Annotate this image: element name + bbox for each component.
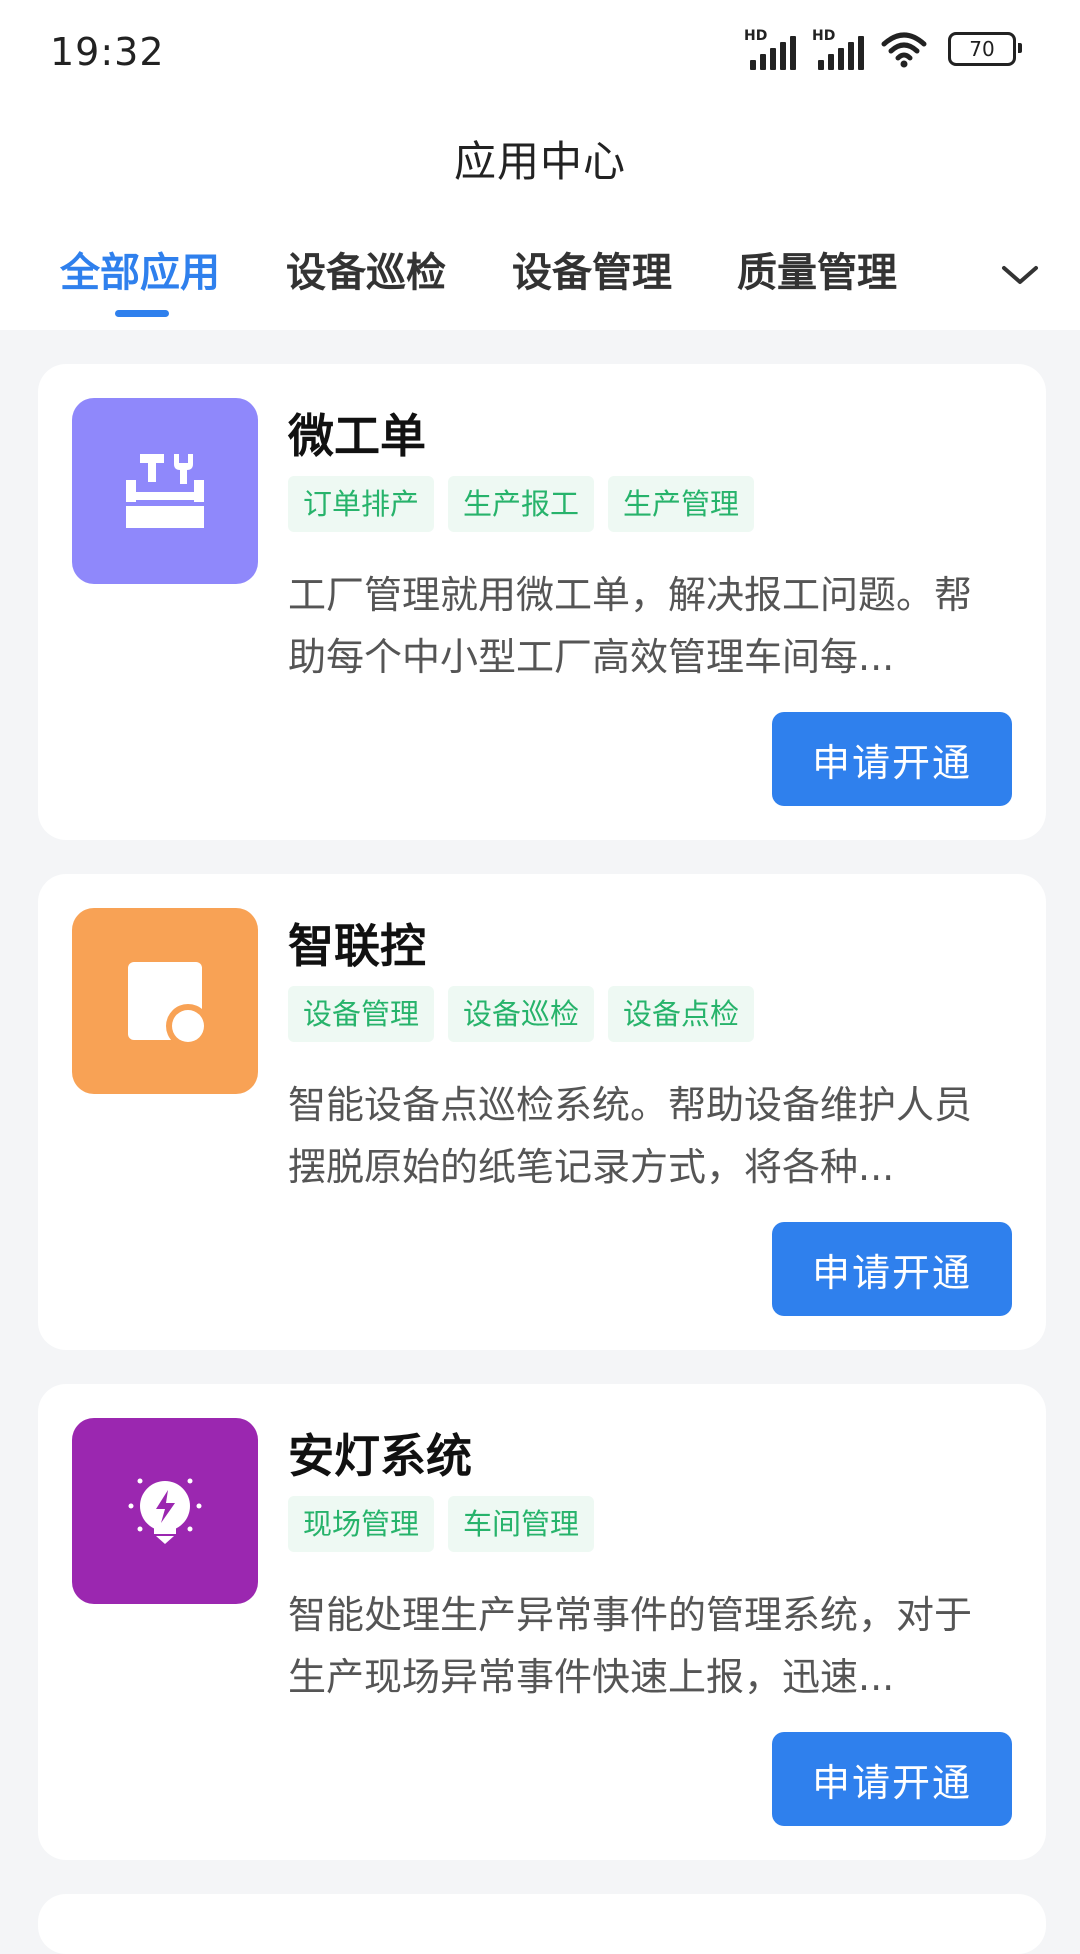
tag: 设备巡检 [448,986,595,1042]
apply-button[interactable]: 申请开通 [772,1222,1012,1316]
tab-all-apps[interactable]: 全部应用 [60,240,220,298]
app-tags: 订单排产 生产报工 生产管理 [288,476,755,532]
tab-equipment-inspection[interactable]: 设备巡检 [286,240,446,298]
battery-level: 70 [969,37,995,61]
cellular-signal-icon-2: HD [812,28,866,70]
tag: 订单排产 [288,476,435,532]
app-card: 智联控 设备管理 设备巡检 设备点检 智能设备点巡检系统。帮助设备维护人员摆脱原… [38,874,1046,1350]
tag: 现场管理 [288,1496,435,1552]
chevron-down-icon[interactable] [998,252,1042,296]
app-name: 智联控 [288,919,426,973]
tag: 车间管理 [448,1496,595,1552]
tag: 生产报工 [448,476,595,532]
app-card: 安灯系统 现场管理 车间管理 智能处理生产异常事件的管理系统，对于生产现场异常事… [38,1384,1046,1860]
category-tabs: 全部应用 设备巡检 设备管理 质量管理 [0,240,1080,330]
status-icons: HD HD 70 [744,28,1022,70]
header-area: 19:32 HD HD 70 应用中心 全部应用 设备巡检 设备管理 质量管理 [0,0,1080,330]
device-icon [72,908,258,1094]
active-tab-indicator [115,310,169,317]
app-card-partial [38,1894,1046,1954]
tag: 设备管理 [288,986,435,1042]
app-description: 工厂管理就用微工单，解决报工问题。帮助每个中小型工厂高效管理车间每... [288,573,973,679]
apply-button[interactable]: 申请开通 [772,1732,1012,1826]
tab-equipment-management[interactable]: 设备管理 [512,240,672,298]
page-title: 应用中心 [453,137,626,186]
tag: 生产管理 [608,476,755,532]
app-card: 微工单 订单排产 生产报工 生产管理 工厂管理就用微工单，解决报工问题。帮助每个… [38,364,1046,840]
app-tags: 现场管理 车间管理 [288,1496,595,1552]
cellular-signal-icon: HD [744,28,798,70]
status-bar: 19:32 HD HD 70 [0,0,1080,106]
app-name: 微工单 [288,409,426,463]
apply-button[interactable]: 申请开通 [772,712,1012,806]
tab-quality-management[interactable]: 质量管理 [737,240,897,298]
tag: 设备点检 [608,986,755,1042]
app-tags: 设备管理 设备巡检 设备点检 [288,986,755,1042]
battery-icon: 70 [948,32,1022,66]
app-description: 智能处理生产异常事件的管理系统，对于生产现场异常事件快速上报，迅速... [288,1593,973,1699]
lightbulb-icon [72,1418,258,1604]
toolbox-icon [72,398,258,584]
wifi-icon [881,32,927,68]
app-description: 智能设备点巡检系统。帮助设备维护人员摆脱原始的纸笔记录方式，将各种... [288,1083,973,1189]
status-time: 19:32 [50,30,165,74]
app-name: 安灯系统 [288,1429,472,1483]
